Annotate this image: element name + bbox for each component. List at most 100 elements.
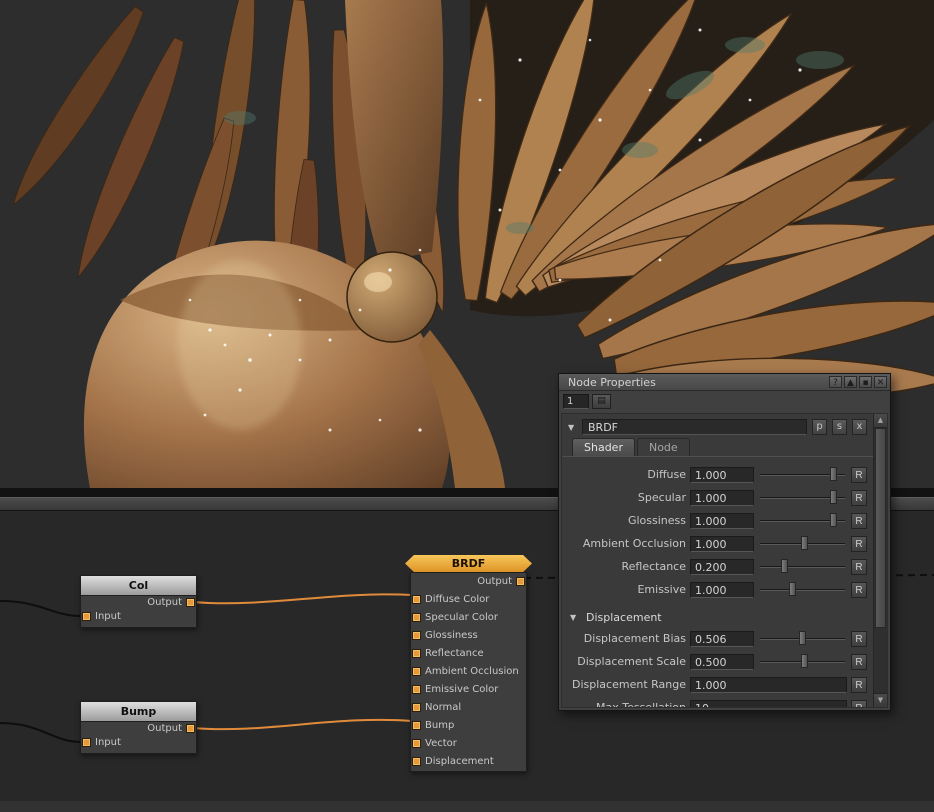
col-output-port[interactable]	[186, 598, 195, 607]
col-input-port[interactable]	[82, 612, 91, 621]
port-reflectance[interactable]	[412, 649, 421, 658]
node-brdf[interactable]: BRDF Output Diffuse Color Specular Color…	[410, 555, 527, 772]
collapse-triangle-icon[interactable]: ▼	[568, 423, 578, 432]
item-index-field[interactable]: 1	[563, 394, 589, 409]
glossiness-label: Glossiness	[564, 514, 690, 527]
diffuse-value-field[interactable]: 1.000	[690, 467, 754, 483]
glossiness-value-field[interactable]: 1.000	[690, 513, 754, 529]
brdf-item-header: ▼ BRDF p s x	[562, 414, 873, 438]
specular-reset-button[interactable]: R	[851, 490, 867, 506]
brdf-output-port[interactable]	[516, 577, 525, 586]
displacement-bias-reset-button[interactable]: R	[851, 631, 867, 647]
max-tessellation-reset-button[interactable]: R	[851, 700, 867, 708]
node-brdf-title[interactable]: BRDF	[405, 555, 532, 572]
port-ambient-occlusion[interactable]	[412, 667, 421, 676]
reflectance-slider[interactable]	[758, 555, 847, 578]
brdf-input-label: Reflectance	[411, 645, 526, 663]
displacement-bias-value-field[interactable]: 0.506	[690, 631, 754, 647]
reflectance-label: Reflectance	[564, 560, 690, 573]
glossiness-slider[interactable]	[758, 509, 847, 532]
displacement-range-reset-button[interactable]: R	[851, 677, 867, 693]
emissive-slider-handle[interactable]	[789, 582, 796, 596]
property-row-ambient-occlusion: Ambient Occlusion 1.000 R	[562, 532, 873, 555]
collapse-triangle-icon[interactable]: ▼	[570, 613, 580, 622]
port-diffuse-color[interactable]	[412, 595, 421, 604]
diffuse-reset-button[interactable]: R	[851, 467, 867, 483]
emissive-value-field[interactable]: 1.000	[690, 582, 754, 598]
bump-input-port[interactable]	[82, 738, 91, 747]
help-icon[interactable]: ?	[829, 376, 842, 388]
port-normal[interactable]	[412, 703, 421, 712]
brdf-output-label: Output	[411, 573, 526, 591]
displacement-section-header[interactable]: ▼ Displacement	[562, 607, 873, 627]
diffuse-slider[interactable]	[758, 463, 847, 486]
property-row-diffuse: Diffuse 1.000 R	[562, 463, 873, 486]
port-glossiness[interactable]	[412, 631, 421, 640]
wire-into-col-input[interactable]	[0, 601, 81, 616]
port-specular-color[interactable]	[412, 613, 421, 622]
statue-ball-joint	[347, 252, 437, 342]
property-row-max-tessellation: Max Tessellation 10 R	[562, 696, 873, 707]
ambient-occlusion-value-field[interactable]: 1.000	[690, 536, 754, 552]
preset-button-x[interactable]: x	[852, 419, 867, 435]
wire-col-to-brdf-diffuse[interactable]	[193, 594, 412, 603]
displacement-range-label: Displacement Range	[564, 678, 690, 691]
tab-node[interactable]: Node	[637, 438, 690, 456]
node-col-title[interactable]: Col	[81, 576, 196, 596]
port-emissive-color[interactable]	[412, 685, 421, 694]
displacement-scale-slider-handle[interactable]	[801, 654, 808, 668]
glossiness-reset-button[interactable]: R	[851, 513, 867, 529]
preset-button-p[interactable]: p	[812, 419, 827, 435]
displacement-scale-slider[interactable]	[758, 650, 847, 673]
item-name-field[interactable]: BRDF	[582, 419, 807, 435]
tab-shader[interactable]: Shader	[572, 438, 635, 456]
specular-slider[interactable]	[758, 486, 847, 509]
reflectance-value-field[interactable]: 0.200	[690, 559, 754, 575]
diffuse-slider-handle[interactable]	[830, 467, 837, 481]
close-icon[interactable]: ✕	[874, 376, 887, 388]
node-bump[interactable]: Bump Output Input	[80, 701, 197, 754]
node-bump-title[interactable]: Bump	[81, 702, 196, 722]
displacement-scale-value-field[interactable]: 0.500	[690, 654, 754, 670]
pin-icon[interactable]: ▲	[844, 376, 857, 388]
specular-slider-handle[interactable]	[830, 490, 837, 504]
preset-button-s[interactable]: s	[832, 419, 847, 435]
panel-scrollbar[interactable]: ▲ ▼	[873, 414, 887, 707]
bump-output-port[interactable]	[186, 724, 195, 733]
scroll-down-icon[interactable]: ▼	[874, 693, 887, 707]
max-tessellation-value-field[interactable]: 10	[690, 700, 847, 708]
ambient-occlusion-slider-handle[interactable]	[801, 536, 808, 550]
reflectance-slider-handle[interactable]	[781, 559, 788, 573]
node-col[interactable]: Col Output Input	[80, 575, 197, 628]
application-window: Col Output Input Bump	[0, 0, 934, 812]
port-bump[interactable]	[412, 721, 421, 730]
ambient-occlusion-slider[interactable]	[758, 532, 847, 555]
displacement-bias-slider[interactable]	[758, 627, 847, 650]
specular-value-field[interactable]: 1.000	[690, 490, 754, 506]
port-vector[interactable]	[412, 739, 421, 748]
ambient-occlusion-label: Ambient Occlusion	[564, 537, 690, 550]
displacement-bias-slider-handle[interactable]	[799, 631, 806, 645]
slider-groove	[760, 566, 845, 568]
ambient-occlusion-reset-button[interactable]: R	[851, 536, 867, 552]
displacement-scale-reset-button[interactable]: R	[851, 654, 867, 670]
list-options-button[interactable]: ▤	[592, 394, 611, 409]
glossiness-slider-handle[interactable]	[830, 513, 837, 527]
displacement-range-value-field[interactable]: 1.000	[690, 677, 847, 693]
reflectance-reset-button[interactable]: R	[851, 559, 867, 575]
property-row-reflectance: Reflectance 0.200 R	[562, 555, 873, 578]
scroll-up-icon[interactable]: ▲	[874, 414, 887, 428]
wire-bump-to-brdf-bump[interactable]	[193, 720, 412, 729]
scrollbar-thumb[interactable]	[875, 428, 886, 628]
port-displacement[interactable]	[412, 757, 421, 766]
wire-into-bump-input[interactable]	[0, 723, 81, 742]
tab-bar: Shader Node	[562, 438, 873, 457]
col-input-label: Input	[81, 610, 196, 624]
panel-titlebar[interactable]: Node Properties ? ▲ ▪ ✕	[559, 374, 890, 391]
emissive-reset-button[interactable]: R	[851, 582, 867, 598]
minimize-icon[interactable]: ▪	[859, 376, 872, 388]
bump-input-row: Input	[81, 736, 196, 750]
displacement-scale-label: Displacement Scale	[564, 655, 690, 668]
emissive-slider[interactable]	[758, 578, 847, 601]
brdf-input-label: Displacement	[411, 753, 526, 771]
